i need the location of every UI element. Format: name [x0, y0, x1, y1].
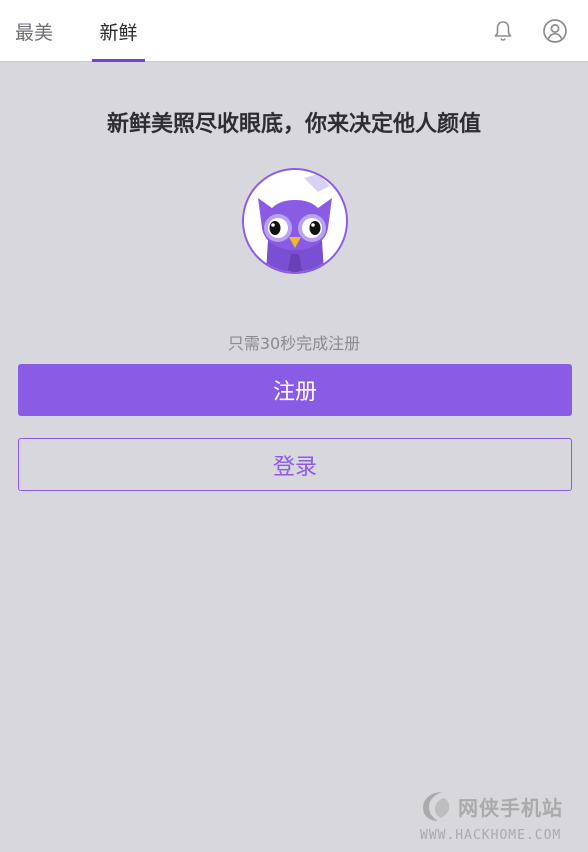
watermark: 网侠手机站 WWW.HACKHOME.COM [418, 786, 584, 846]
watermark-url: WWW.HACKHOME.COM [420, 828, 562, 843]
register-hint: 只需30秒完成注册 [227, 334, 361, 353]
register-button[interactable]: 注册 [18, 364, 572, 416]
watermark-logo-icon [423, 792, 450, 821]
top-navigation-bar: 最美 新鲜 [0, 0, 588, 62]
tab-best[interactable]: 最美 [0, 0, 68, 62]
active-tab-indicator [92, 59, 145, 62]
owl-icon [244, 170, 346, 272]
bell-icon[interactable] [488, 16, 518, 46]
tab-fresh[interactable]: 新鲜 [92, 0, 145, 62]
login-button[interactable]: 登录 [18, 438, 572, 491]
owl-mascot-avatar [242, 168, 348, 274]
page-headline: 新鲜美照尽收眼底，你来决定他人颜值 [106, 112, 481, 137]
user-circle-icon[interactable] [540, 16, 570, 46]
watermark-name: 网侠手机站 [458, 796, 563, 820]
